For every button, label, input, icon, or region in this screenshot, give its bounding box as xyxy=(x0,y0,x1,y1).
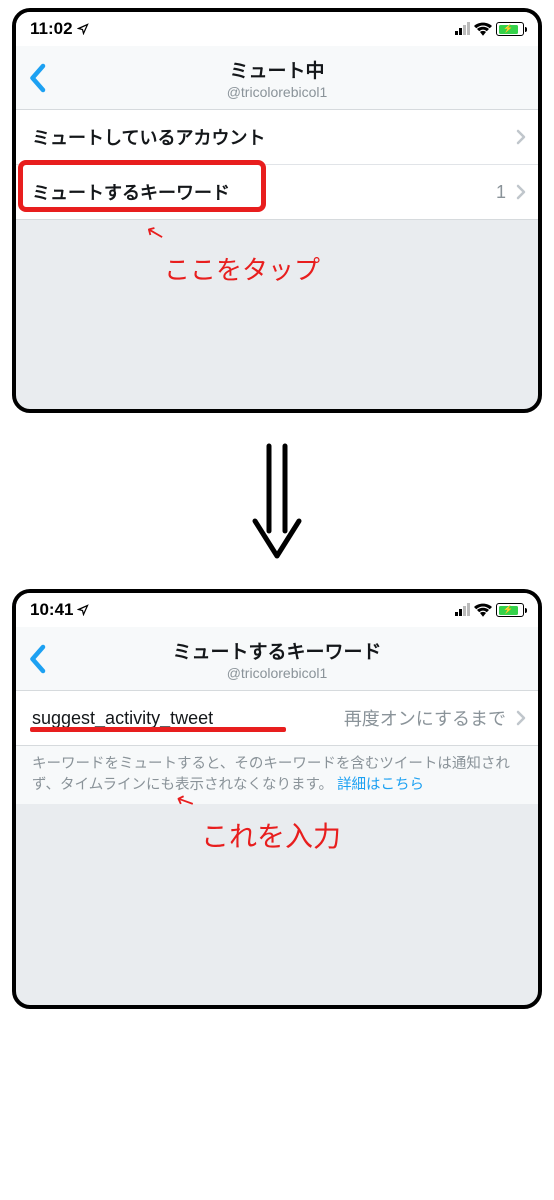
nav-bar: ミュート中 @tricolorebicol1 xyxy=(16,46,538,110)
settings-list: ミュートしているアカウント ミュートするキーワード 1 xyxy=(16,110,538,220)
row-muted-accounts[interactable]: ミュートしているアカウント xyxy=(16,110,538,165)
row-value: 1 xyxy=(496,182,506,203)
status-left: 10:41 xyxy=(30,600,89,620)
status-bar: 10:41 ⚡ xyxy=(16,593,538,627)
keyword-duration: 再度オンにするまで xyxy=(344,705,506,731)
keyword-text: suggest_activity_tweet xyxy=(32,708,213,729)
wifi-icon xyxy=(474,603,492,617)
back-button[interactable] xyxy=(26,644,48,674)
annotation-arrow: ↖ xyxy=(143,218,168,248)
status-right: ⚡ xyxy=(455,603,524,617)
charging-icon: ⚡ xyxy=(503,606,513,614)
signal-icon xyxy=(455,604,470,616)
status-right: ⚡ xyxy=(455,22,524,36)
page-title: ミュートするキーワード xyxy=(16,637,538,664)
chevron-right-icon xyxy=(516,710,526,726)
status-time: 10:41 xyxy=(30,600,73,620)
row-label: ミュートするキーワード xyxy=(32,179,230,205)
battery-icon: ⚡ xyxy=(496,22,524,36)
annotation-text: ここをタップ xyxy=(164,250,320,287)
row-keyword-item[interactable]: suggest_activity_tweet 再度オンにするまで xyxy=(16,691,538,746)
location-icon xyxy=(77,23,89,35)
charging-icon: ⚡ xyxy=(503,25,513,33)
row-label: ミュートしているアカウント xyxy=(32,124,265,150)
back-button[interactable] xyxy=(26,63,48,93)
flow-arrow-icon xyxy=(247,441,307,561)
status-left: 11:02 xyxy=(30,19,89,39)
page-title: ミュート中 xyxy=(16,56,538,83)
screen-mute-keywords: 10:41 ⚡ ミュートするキーワード @tricolorebicol1 sug… xyxy=(12,589,542,1009)
battery-icon: ⚡ xyxy=(496,603,524,617)
row-muted-keywords[interactable]: ミュートするキーワード 1 xyxy=(16,165,538,220)
help-link[interactable]: 詳細はこちら xyxy=(337,777,424,793)
status-time: 11:02 xyxy=(30,19,73,39)
signal-icon xyxy=(455,23,470,35)
keyword-list: suggest_activity_tweet 再度オンにするまで xyxy=(16,691,538,746)
row-right: 再度オンにするまで xyxy=(344,705,526,731)
annotation-text: これを入力 xyxy=(201,815,341,855)
help-body: キーワードをミュートすると、そのキーワードを含むツイートは通知されず、タイムライ… xyxy=(32,756,510,793)
nav-bar: ミュートするキーワード @tricolorebicol1 xyxy=(16,627,538,691)
page-subtitle: @tricolorebicol1 xyxy=(16,84,538,100)
chevron-right-icon xyxy=(516,184,526,200)
chevron-right-icon xyxy=(516,129,526,145)
nav-title-group: ミュート中 @tricolorebicol1 xyxy=(16,56,538,100)
location-icon xyxy=(77,604,89,616)
page-subtitle: @tricolorebicol1 xyxy=(16,665,538,681)
nav-title-group: ミュートするキーワード @tricolorebicol1 xyxy=(16,637,538,681)
screen-mute-settings: 11:02 ⚡ ミュート中 @tricolorebicol1 ミュートしているア… xyxy=(12,8,542,413)
wifi-icon xyxy=(474,22,492,36)
row-right: 1 xyxy=(496,182,526,203)
status-bar: 11:02 ⚡ xyxy=(16,12,538,46)
row-right xyxy=(506,129,526,145)
help-text: キーワードをミュートすると、そのキーワードを含むツイートは通知されず、タイムライ… xyxy=(16,746,538,804)
